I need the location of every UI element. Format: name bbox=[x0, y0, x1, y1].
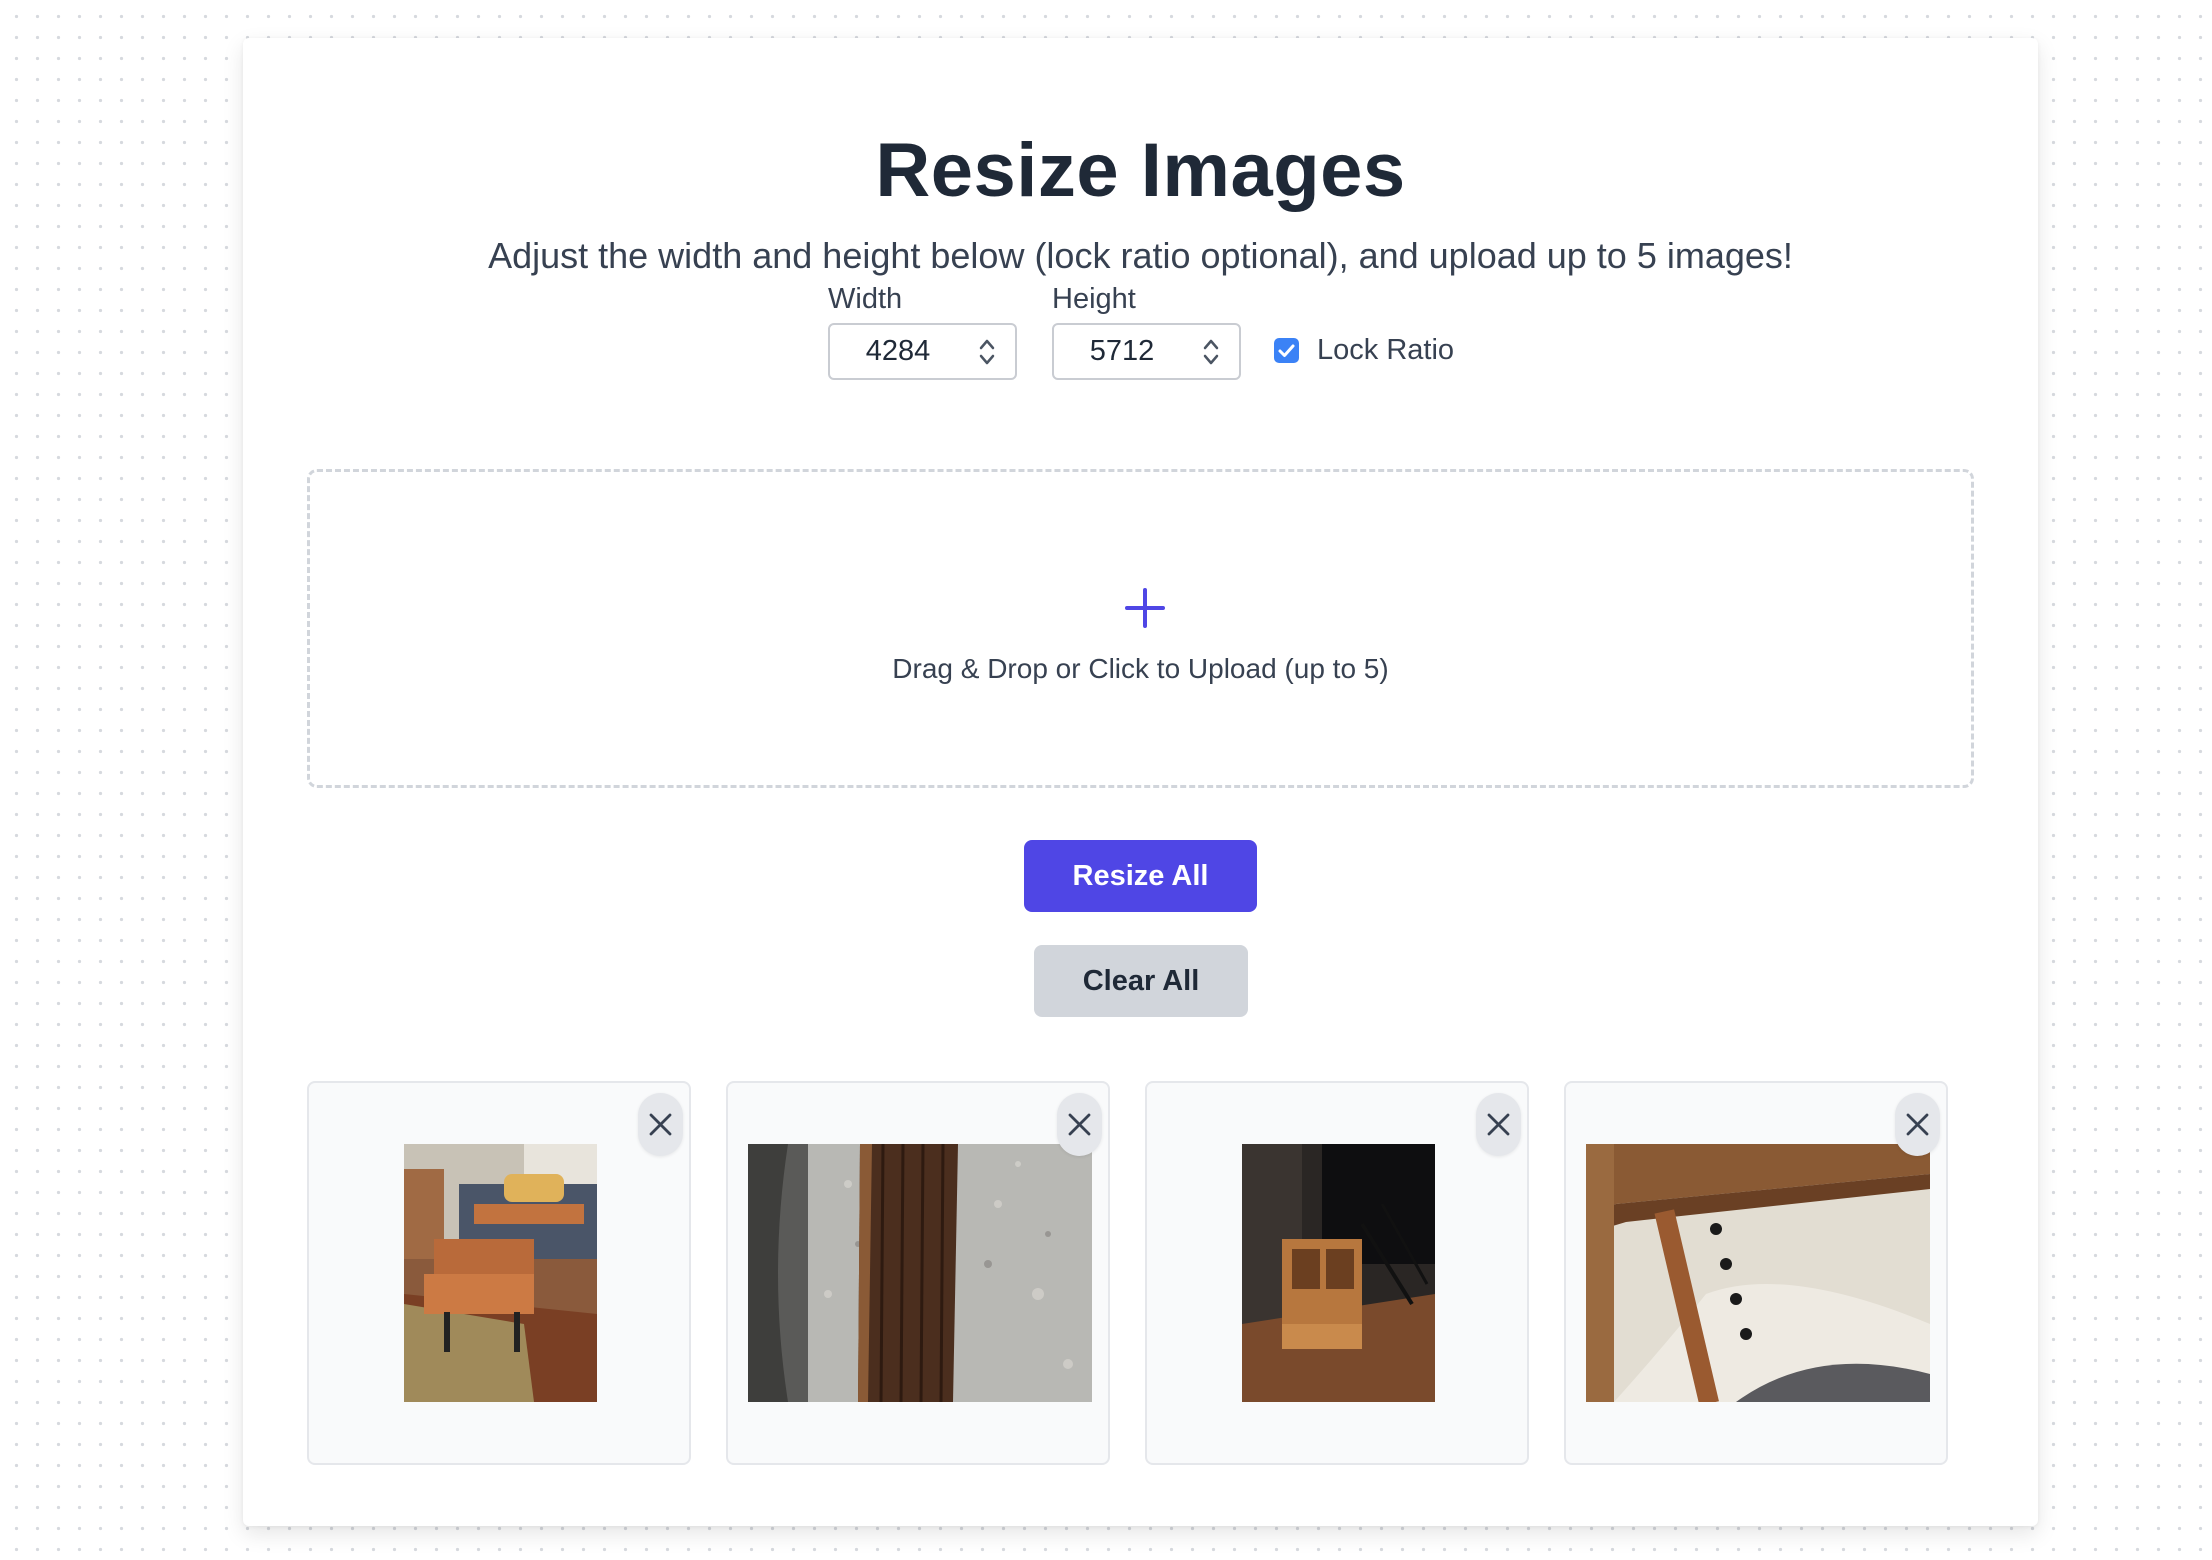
image-preview-card bbox=[1564, 1081, 1948, 1465]
image-preview-card bbox=[307, 1081, 691, 1465]
upload-dropzone[interactable]: Drag & Drop or Click to Upload (up to 5) bbox=[307, 469, 1974, 788]
stepper-icon[interactable] bbox=[1201, 336, 1221, 368]
resize-card: Resize Images Adjust the width and heigh… bbox=[243, 38, 2038, 1526]
check-icon bbox=[1278, 344, 1295, 357]
width-input[interactable]: 4284 bbox=[828, 323, 1017, 380]
resize-all-button[interactable]: Resize All bbox=[1024, 840, 1257, 912]
lock-ratio-label[interactable]: Lock Ratio bbox=[1317, 332, 1454, 368]
width-value: 4284 bbox=[865, 335, 931, 367]
remove-image-button[interactable] bbox=[1057, 1093, 1102, 1156]
height-label: Height bbox=[1052, 283, 1136, 315]
lock-ratio-checkbox[interactable] bbox=[1274, 338, 1299, 363]
stepper-icon[interactable] bbox=[977, 336, 997, 368]
close-icon bbox=[1068, 1113, 1091, 1136]
remove-image-button[interactable] bbox=[638, 1093, 683, 1156]
height-value: 5712 bbox=[1089, 335, 1155, 367]
close-icon bbox=[649, 1113, 672, 1136]
height-input[interactable]: 5712 bbox=[1052, 323, 1241, 380]
plus-icon bbox=[1125, 588, 1165, 628]
clear-all-button[interactable]: Clear All bbox=[1034, 945, 1248, 1017]
image-thumbnail bbox=[1586, 1144, 1930, 1402]
close-icon bbox=[1487, 1113, 1510, 1136]
close-icon bbox=[1906, 1113, 1929, 1136]
upload-instructions: Drag & Drop or Click to Upload (up to 5) bbox=[892, 653, 1389, 684]
image-thumbnail bbox=[1242, 1144, 1435, 1402]
image-preview-card bbox=[726, 1081, 1110, 1465]
page-title: Resize Images bbox=[875, 128, 1406, 213]
remove-image-button[interactable] bbox=[1895, 1093, 1940, 1156]
remove-image-button[interactable] bbox=[1476, 1093, 1521, 1156]
width-label: Width bbox=[828, 283, 903, 315]
image-preview-card bbox=[1145, 1081, 1529, 1465]
image-thumbnail bbox=[404, 1144, 597, 1402]
image-thumbnail bbox=[748, 1144, 1092, 1402]
page-subtitle: Adjust the width and height below (lock … bbox=[488, 235, 1793, 276]
